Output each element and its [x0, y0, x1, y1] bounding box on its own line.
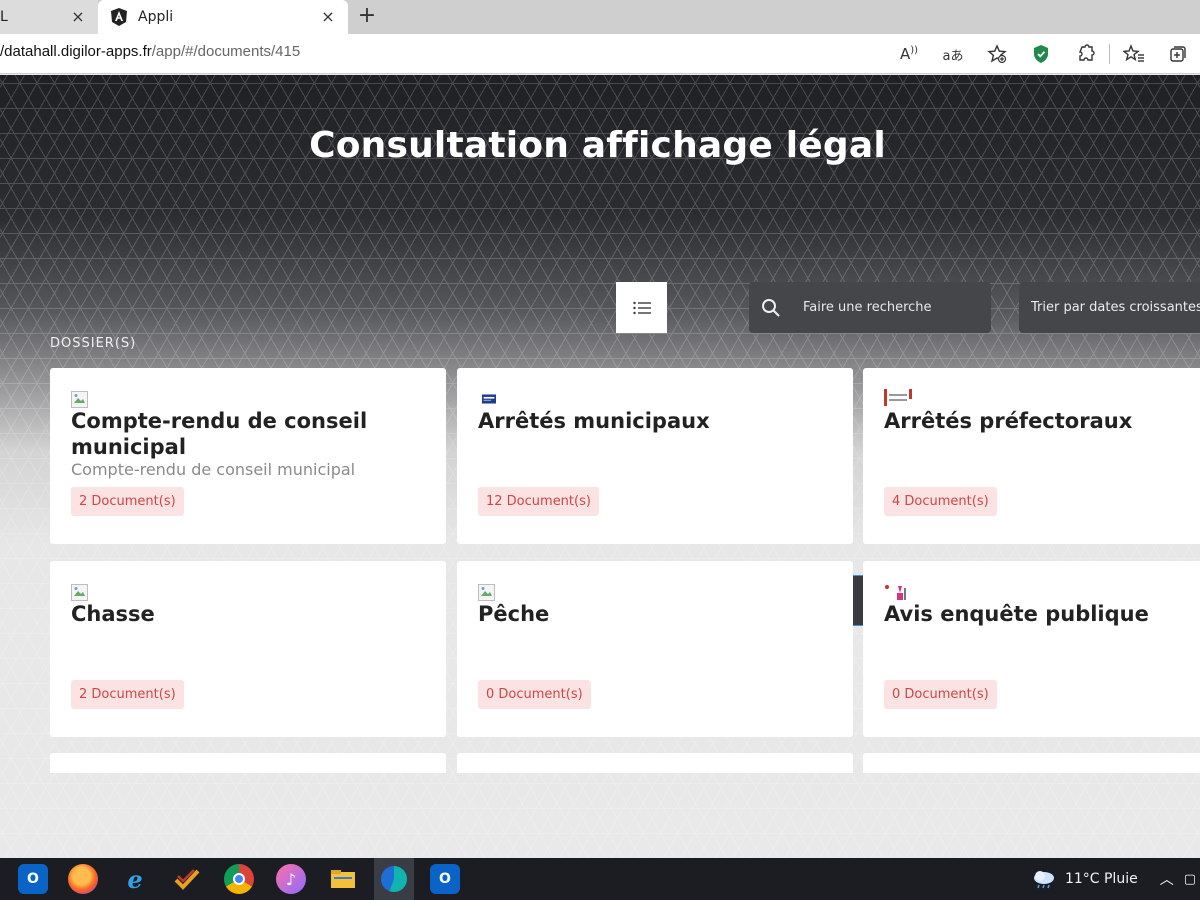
view-toggle	[616, 282, 1200, 626]
search-box[interactable]	[749, 282, 991, 333]
list-view-button[interactable]	[616, 282, 667, 333]
folder-thumbnail-icon	[884, 389, 912, 406]
folder-card-peche[interactable]: Pêche 0 Document(s)	[457, 561, 853, 737]
extensions-icon[interactable]	[1063, 34, 1107, 74]
page-content: Consultation affichage légal Trier par d…	[0, 75, 1200, 858]
document-count-badge: 12 Document(s)	[478, 487, 599, 516]
document-count-badge: 2 Document(s)	[71, 487, 184, 516]
new-tab-button[interactable]: +	[355, 4, 379, 28]
folder-card-chasse[interactable]: Chasse 2 Document(s)	[50, 561, 446, 737]
folder-thumbnail-icon	[482, 394, 496, 404]
browser-tab-inactive[interactable]: L ×	[0, 0, 98, 34]
url-text[interactable]: /datahall.digilor-apps.fr/app/#/document…	[0, 43, 300, 60]
read-aloud-icon[interactable]: A))	[887, 34, 931, 74]
outlook-mail-icon[interactable]: O	[430, 864, 460, 894]
close-tab-icon[interactable]: ×	[68, 7, 88, 27]
search-icon	[762, 298, 780, 317]
url-host: /datahall.digilor-apps.fr	[0, 43, 152, 60]
weather-text[interactable]: 11°C Pluie	[1065, 871, 1138, 887]
tray-app-icon[interactable]: ▢	[1184, 872, 1196, 887]
tab-title: L	[0, 9, 8, 25]
angular-logo-icon	[111, 8, 127, 26]
edge-icon[interactable]	[374, 858, 414, 900]
folder-subtitle: Compte-rendu de conseil municipal	[71, 460, 356, 479]
close-tab-icon[interactable]: ×	[318, 7, 338, 27]
firefox-icon[interactable]	[68, 864, 98, 894]
broken-image-icon	[478, 584, 495, 601]
document-count-badge: 0 Document(s)	[884, 680, 997, 709]
browser-tab-active[interactable]: Appli ×	[98, 0, 348, 34]
system-tray: 11°C Pluie ︿ ▢	[1031, 858, 1200, 900]
broken-image-icon	[71, 584, 88, 601]
list-icon	[632, 301, 651, 314]
favorites-icon[interactable]	[1112, 34, 1156, 74]
itunes-icon[interactable]: ♪	[276, 864, 306, 894]
file-explorer-icon[interactable]	[328, 864, 358, 894]
collections-icon[interactable]	[1156, 34, 1200, 74]
folder-title: Pêche	[478, 602, 550, 626]
folder-card-avis-enquete[interactable]: Avis enquête publique 0 Document(s)	[863, 561, 1200, 737]
url-path: /app/#/documents/415	[151, 43, 301, 60]
folder-card-arretes-prefectoraux[interactable]: Arrêtés préfectoraux 4 Document(s)	[863, 368, 1200, 544]
task-icon[interactable]	[172, 864, 202, 894]
folder-card-partial[interactable]	[863, 753, 1200, 773]
document-count-badge: 2 Document(s)	[71, 680, 184, 709]
section-label: DOSSIER(S)	[50, 336, 137, 351]
sort-select[interactable]: Trier par dates croissantes	[1019, 282, 1200, 333]
folder-card-partial[interactable]	[50, 753, 446, 773]
document-count-badge: 4 Document(s)	[884, 487, 997, 516]
page-title: Consultation affichage légal	[309, 125, 886, 166]
folder-title: Avis enquête publique	[884, 602, 1149, 626]
folder-card-compte-rendu[interactable]: Compte-rendu de conseil municipal Compte…	[50, 368, 446, 544]
folder-title: Chasse	[71, 602, 155, 626]
address-bar[interactable]: /datahall.digilor-apps.fr/app/#/document…	[0, 34, 1200, 74]
chrome-icon[interactable]	[224, 864, 254, 894]
folder-thumbnail-icon	[885, 585, 906, 600]
folder-title: Compte-rendu de conseil municipal	[71, 409, 368, 459]
shield-icon[interactable]	[1019, 34, 1063, 74]
document-count-badge: 0 Document(s)	[478, 680, 591, 709]
search-input[interactable]	[803, 300, 983, 315]
broken-image-icon	[71, 391, 88, 408]
toolbar-separator	[1109, 44, 1110, 64]
folder-card-arretes-municipaux[interactable]: Arrêtés municipaux 12 Document(s)	[457, 368, 853, 544]
folder-title: Arrêtés préfectoraux	[884, 409, 1133, 433]
folder-title: Arrêtés municipaux	[478, 409, 710, 433]
tab-title: Appli	[138, 9, 174, 25]
internet-explorer-icon[interactable]: e	[120, 864, 150, 894]
address-bar-actions: A)) aあ	[887, 34, 1200, 74]
windows-taskbar: O e ♪ O 11°C Pluie ︿ ▢	[0, 858, 1200, 900]
folder-card-partial[interactable]	[457, 753, 853, 773]
chevron-up-icon[interactable]: ︿	[1160, 869, 1174, 889]
add-favorite-icon[interactable]	[975, 34, 1019, 74]
browser-tab-bar: L × Appli × +	[0, 0, 1200, 34]
translate-icon[interactable]: aあ	[931, 34, 975, 74]
outlook-icon[interactable]: O	[18, 864, 48, 894]
weather-rain-icon	[1033, 871, 1054, 889]
